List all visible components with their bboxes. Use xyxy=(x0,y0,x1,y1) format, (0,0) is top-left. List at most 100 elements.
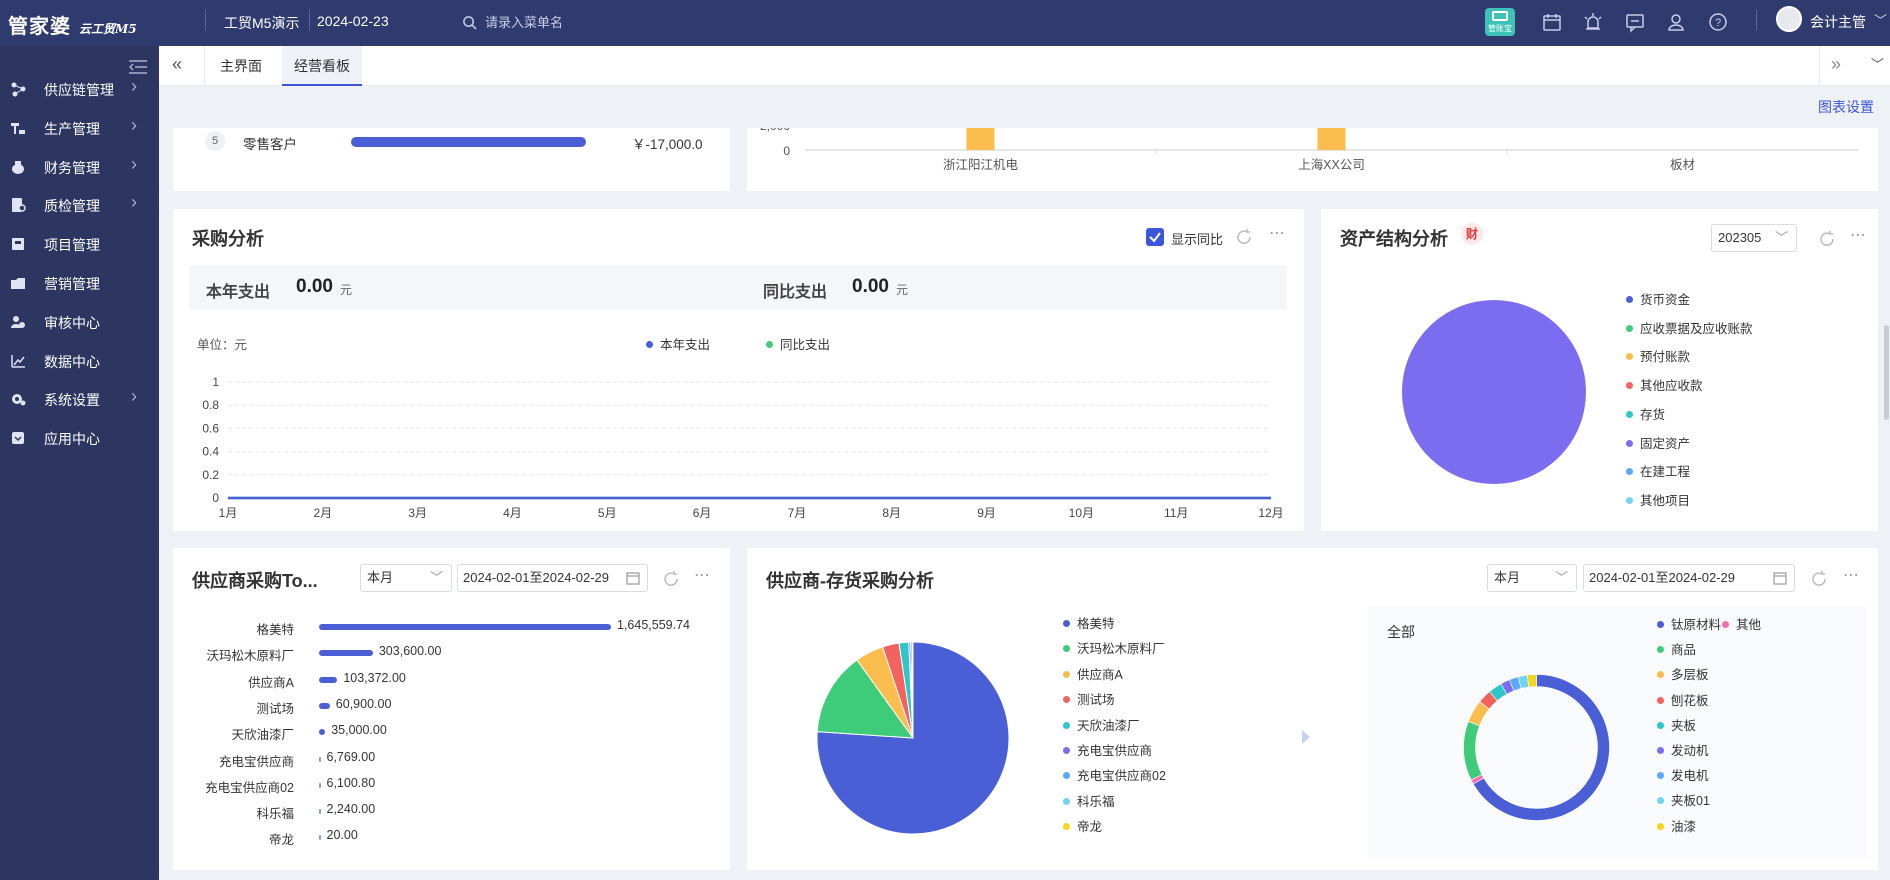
legend-label: 存货 xyxy=(1640,407,1666,422)
refresh-icon[interactable] xyxy=(1810,570,1828,588)
legend-item[interactable]: 充电宝供应商02 xyxy=(1063,765,1166,784)
page-scrollbar[interactable] xyxy=(1884,325,1889,420)
alarm-icon[interactable] xyxy=(1582,11,1604,33)
date-range-picker[interactable]: 2024-02-01至2024-02-29 xyxy=(1583,564,1795,592)
period-select[interactable]: 本月 ﹀ xyxy=(1487,564,1577,592)
legend-item[interactable]: 在建工程 xyxy=(1626,461,1690,480)
legend-item[interactable]: 钛原材料 xyxy=(1657,614,1721,633)
chevron-right-icon[interactable] xyxy=(1300,728,1312,746)
legend-item[interactable]: 科乐福 xyxy=(1063,791,1115,810)
user-menu[interactable]: 会计主管 ﹀ xyxy=(1776,6,1887,38)
supplier-row[interactable]: 充电宝供应商 6,769.00 xyxy=(0,746,720,772)
show-yoy-label[interactable]: 显示同比 xyxy=(1171,229,1223,248)
purchase-analysis-panel: 采购分析 显示同比 ⋯ 本年支出 0.00 元 同比支出 0.00 元 单位：元… xyxy=(173,209,1304,531)
legend-label: 夹板01 xyxy=(1671,794,1710,808)
x-tick-label: 9月 xyxy=(977,506,996,520)
message-icon[interactable] xyxy=(1624,11,1646,33)
legend-item[interactable]: 存货 xyxy=(1626,404,1665,423)
sidebar-item-5[interactable]: 项目管理 xyxy=(0,224,159,264)
show-yoy-checkbox[interactable] xyxy=(1146,228,1164,246)
date-range-picker[interactable]: 2024-02-01至2024-02-29 xyxy=(457,564,648,592)
calendar-icon xyxy=(1773,572,1787,585)
guanzhangbao-app-icon[interactable]: 管账宝 xyxy=(1485,8,1515,36)
tab-main[interactable]: 主界面 xyxy=(208,46,274,86)
x-tick-label: 板材 xyxy=(1670,158,1695,172)
chevron-down-icon[interactable]: ﹀ xyxy=(1871,54,1884,73)
legend-item[interactable]: 其他项目 xyxy=(1626,490,1690,509)
supplier-row[interactable]: 天欣油漆厂 35,000.00 xyxy=(0,719,720,745)
supplier-row[interactable]: 供应商A 103,372.00 xyxy=(0,667,720,693)
legend-item[interactable]: 预付账款 xyxy=(1626,346,1690,365)
customer-value-bar xyxy=(351,137,586,147)
supplier-name: 格美特 xyxy=(256,623,294,637)
legend-item[interactable]: 发电机 xyxy=(1657,765,1709,784)
more-options-icon[interactable]: ⋯ xyxy=(1843,565,1860,585)
sidebar-item-2[interactable]: 生产管理 › xyxy=(0,108,159,148)
period-select[interactable]: 本月 ﹀ xyxy=(360,564,452,592)
supplier-row[interactable]: 沃玛松木原料厂 303,600.00 xyxy=(0,640,720,666)
supplier-value: 303,600.00 xyxy=(378,644,442,659)
tabs-scroll-left-icon[interactable]: « xyxy=(172,54,182,75)
legend-item[interactable]: 夹板 xyxy=(1657,715,1696,734)
category-filter[interactable]: 全部 xyxy=(1387,622,1415,642)
calendar-icon[interactable] xyxy=(1541,11,1563,33)
supplier-row[interactable]: 格美特 1,645,559.74 xyxy=(0,614,720,640)
category-donut-chart xyxy=(1463,674,1610,821)
supplier-row[interactable]: 科乐福 2,240.00 xyxy=(0,798,720,824)
legend-item[interactable]: 发动机 xyxy=(1657,740,1709,759)
legend-item[interactable]: 油漆 xyxy=(1657,816,1696,835)
sidebar-item-label: 应用中心 xyxy=(44,431,100,448)
legend-item[interactable]: 格美特 xyxy=(1063,613,1115,632)
legend-label: 格美特 xyxy=(1077,617,1115,631)
legend-item[interactable]: 多层板 xyxy=(1657,664,1709,683)
refresh-icon[interactable] xyxy=(1235,228,1253,246)
legend-item[interactable]: 帝龙 xyxy=(1063,816,1102,835)
sidebar-item-6[interactable]: 营销管理 xyxy=(0,263,159,303)
supplier-row[interactable]: 充电宝供应商02 6,100.80 xyxy=(0,772,720,798)
legend-item[interactable]: 供应商A xyxy=(1063,664,1123,683)
legend-item[interactable]: 其他应收款 xyxy=(1626,375,1703,394)
legend-item[interactable]: 其他 xyxy=(1722,614,1761,633)
more-options-icon[interactable]: ⋯ xyxy=(1269,223,1286,243)
legend-item[interactable]: 沃玛松木原料厂 xyxy=(1063,638,1165,657)
more-options-icon[interactable]: ⋯ xyxy=(1850,225,1867,245)
refresh-icon[interactable] xyxy=(662,570,680,588)
sidebar-item-8[interactable]: 数据中心 xyxy=(0,341,159,381)
chart-settings-link[interactable]: 图表设置 xyxy=(1818,97,1874,117)
supplier-row[interactable]: 测试场 60,900.00 xyxy=(0,693,720,719)
legend-item[interactable]: 商品 xyxy=(1657,639,1696,658)
legend-item[interactable]: 应收票据及应收账款 xyxy=(1626,318,1753,337)
legend-item[interactable]: 充电宝供应商 xyxy=(1063,740,1152,759)
legend-item[interactable]: 刨花板 xyxy=(1657,690,1709,709)
contact-icon[interactable] xyxy=(1665,11,1687,33)
supplier-inventory-panel: 供应商-存货采购分析 本月 ﹀ 2024-02-01至2024-02-29 ⋯ 全… xyxy=(747,548,1878,870)
bar xyxy=(966,128,995,150)
legend-item[interactable]: 货币资金 xyxy=(1626,289,1690,308)
legend-label: 多层板 xyxy=(1671,668,1709,682)
help-icon[interactable]: ? xyxy=(1707,11,1729,33)
panel-title: 采购分析 xyxy=(192,229,264,249)
menu-search[interactable]: 请录入菜单名 xyxy=(462,12,563,31)
refresh-icon[interactable] xyxy=(1818,230,1836,248)
legend-item[interactable]: 夹板01 xyxy=(1657,790,1710,809)
period-select[interactable]: 202305 ﹀ xyxy=(1711,224,1797,252)
sidebar-item-7[interactable]: 审核中心 xyxy=(0,302,159,342)
x-tick-label: 3月 xyxy=(408,506,427,520)
legend-item[interactable]: 固定资产 xyxy=(1626,433,1690,452)
legend-dot xyxy=(1063,721,1070,729)
brand-logo: 管家婆 云工贸M5 xyxy=(8,14,137,38)
x-tick-label: 4月 xyxy=(503,506,522,520)
supplier-row[interactable]: 帝龙 20.00 xyxy=(0,824,720,850)
tab-dashboard[interactable]: 经营看板 xyxy=(282,46,362,86)
more-options-icon[interactable]: ⋯ xyxy=(694,565,711,585)
sidebar-item-9[interactable]: 系统设置 › xyxy=(0,379,159,419)
sidebar-item-3[interactable]: 财务管理 › xyxy=(0,147,159,187)
sidebar-item-1[interactable]: 供应链管理 › xyxy=(0,69,159,109)
company-name[interactable]: 工贸M5演示 xyxy=(224,13,299,33)
legend-item[interactable]: 测试场 xyxy=(1063,689,1115,708)
tabs-scroll-right-icon[interactable]: » xyxy=(1831,54,1841,75)
sidebar-item-10[interactable]: 应用中心 xyxy=(0,418,159,458)
legend-item[interactable]: 天欣油漆厂 xyxy=(1063,715,1140,734)
avatar xyxy=(1776,6,1802,32)
sidebar-item-4[interactable]: 质检管理 › xyxy=(0,185,159,225)
